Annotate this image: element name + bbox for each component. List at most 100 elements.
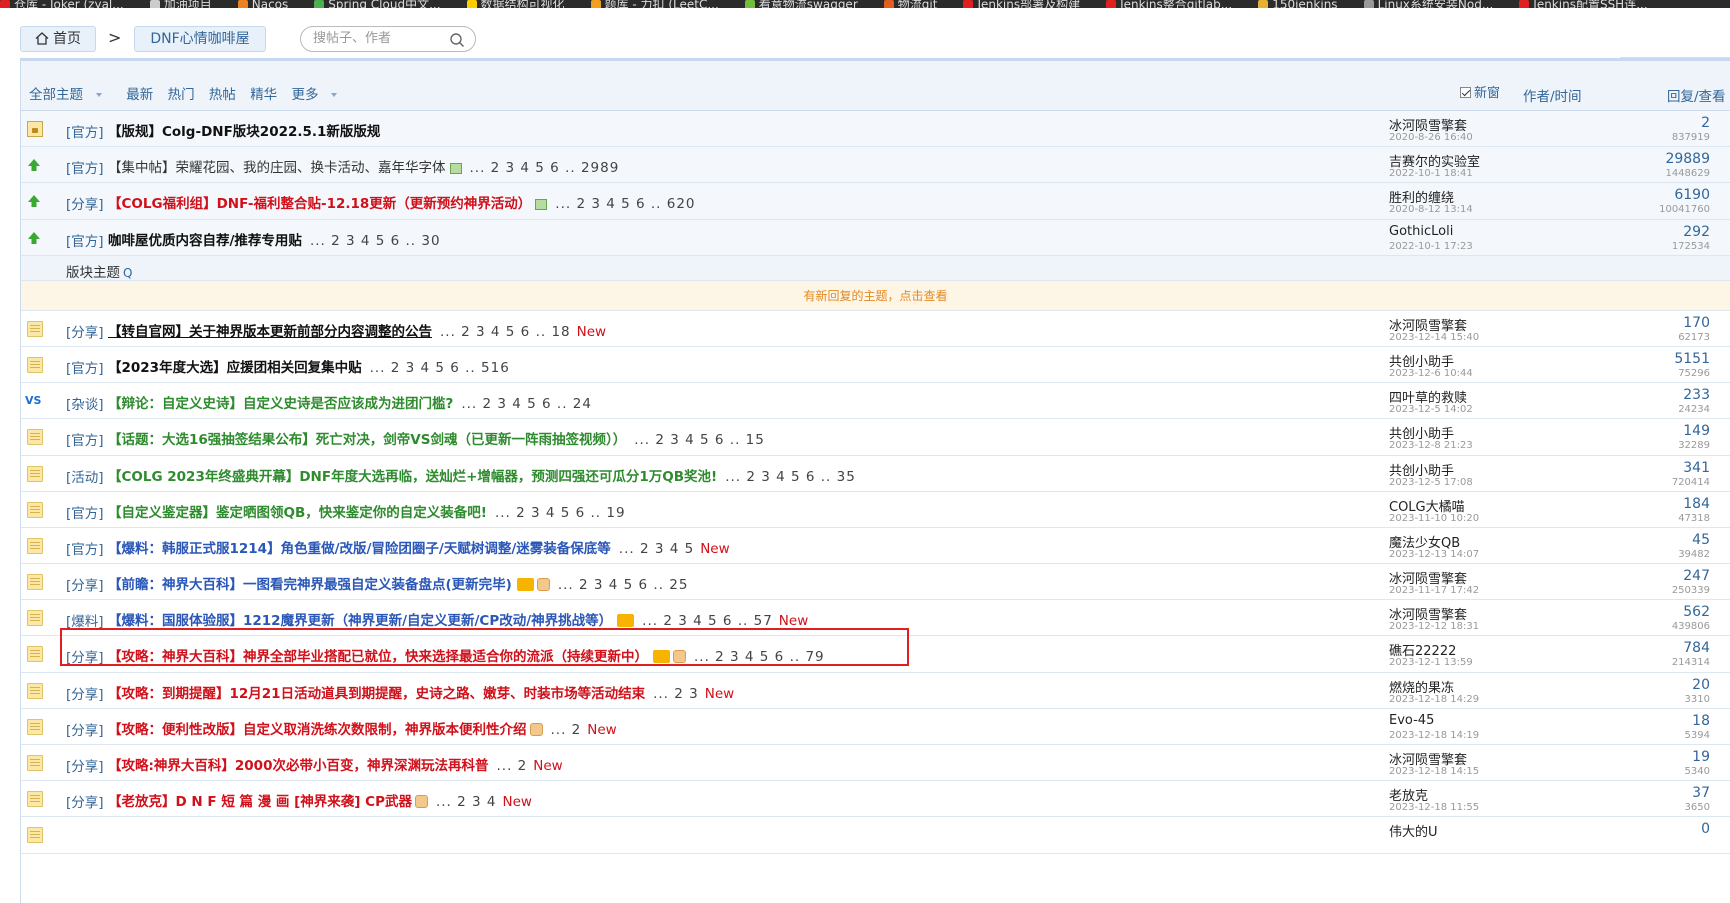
new-window-checkbox[interactable] (1460, 87, 1471, 98)
thread-author[interactable]: 伟大的U (1389, 821, 1438, 840)
thread-row[interactable]: 伟大的U 0 (21, 817, 1730, 854)
thread-pagination[interactable]: ... 2 3 4 5 6 .. 18 (440, 324, 571, 340)
new-replies-notice[interactable]: 有新回复的主题，点击查看 (21, 280, 1730, 311)
thread-pagination[interactable]: ... 2 (496, 758, 527, 774)
bookmark-item[interactable]: Nacos (237, 0, 288, 8)
thread-row[interactable]: [分享] 【前瞻：神界大百科】一图看完神界最强自定义装备盘点(更新完毕) ... 2… (21, 564, 1730, 601)
bookmark-item[interactable]: Jenkins整合gitlab... (1106, 0, 1232, 8)
reply-count[interactable]: 233 (1683, 387, 1710, 403)
reply-count[interactable]: 149 (1683, 423, 1710, 439)
bookmark-item[interactable]: 物流git (883, 0, 937, 8)
thread-category-tag[interactable]: [分享] (66, 719, 104, 739)
thread-row[interactable]: [官方] 【爆料：韩服正式服1214】角色重做/改版/冒险团圈子/天赋树调整/迷雾… (21, 527, 1730, 565)
thread-title-link[interactable]: 【版规】Colg-DNF版块2022.5.1新版版规 (108, 124, 380, 140)
thread-author[interactable]: GothicLoli (1389, 224, 1453, 239)
thread-category-tag[interactable]: [活动] (66, 466, 104, 486)
bookmark-item[interactable]: 仓库 - Joker (zyal... (0, 0, 124, 8)
reply-count[interactable]: 45 (1692, 532, 1710, 548)
thread-category-tag[interactable]: [分享] (66, 755, 104, 775)
thread-title-link[interactable]: 【2023年度大选】应援团相关回复集中贴 (108, 360, 362, 376)
thread-row[interactable]: [分享] 【老放克】D N F 短 篇 漫 画 [神界来袭] CP武器 ... 2 … (21, 781, 1730, 818)
reply-count[interactable]: 29889 (1665, 151, 1710, 167)
thread-category-tag[interactable]: [官方] (66, 502, 104, 522)
thread-title-link[interactable]: 【老放克】D N F 短 篇 漫 画 [神界来袭] CP武器 (108, 794, 412, 810)
thread-row[interactable]: [官方] 【自定义鉴定器】鉴定晒图领QB，快来鉴定你的自定义装备吧! ... 2 3… (21, 491, 1730, 528)
search-input[interactable] (313, 31, 443, 46)
column-author-time[interactable]: 作者/时间 (1523, 85, 1582, 105)
thread-title-link[interactable]: 【辩论：自定义史诗】自定义史诗是否应该成为进团门槛? (108, 396, 453, 412)
breadcrumb-board-link[interactable]: DNF心情咖啡屋 (134, 26, 266, 52)
thread-pagination[interactable]: ... 2 3 4 5 6 .. 79 (694, 649, 825, 665)
reply-count[interactable]: 20 (1692, 677, 1710, 693)
thread-category-tag[interactable]: [分享] (66, 646, 104, 666)
thread-pagination[interactable]: ... 2 3 4 5 6 .. 2989 (470, 160, 620, 176)
thread-category-tag[interactable]: [杂谈] (66, 393, 104, 413)
thread-row[interactable]: [分享] 【COLG福利组】DNF-福利整合贴-12.18更新（更新预约神界活动）… (21, 183, 1730, 220)
thread-row[interactable]: VS [杂谈] 【辩论：自定义史诗】自定义史诗是否应该成为进团门槛? ... 2 3 … (21, 383, 1730, 420)
filter-all-topics[interactable]: 全部主题 (29, 87, 112, 103)
filter-latest[interactable]: 最新 (126, 87, 153, 103)
search-icon[interactable] (449, 32, 465, 48)
thread-pagination[interactable]: ... 2 3 4 5 6 .. 57 (642, 613, 773, 629)
thread-title-link[interactable]: 【爆料：韩服正式服1214】角色重做/改版/冒险团圈子/天赋树调整/迷雾装备保底… (108, 541, 611, 557)
thread-title-link[interactable]: 【集中帖】荣耀花园、我的庄园、换卡活动、嘉年华字体 (108, 160, 446, 176)
thread-title-link[interactable]: 【攻略：便利性改版】自定义取消洗练次数限制，神界版本便利性介绍 (108, 722, 527, 738)
thread-category-tag[interactable]: [分享] (66, 193, 104, 213)
reply-count[interactable]: 5151 (1674, 351, 1710, 367)
refresh-icon[interactable]: Q (123, 266, 132, 280)
bookmark-item[interactable]: 数据结构可视化 (466, 0, 565, 8)
reply-count[interactable]: 18 (1692, 713, 1710, 729)
thread-category-tag[interactable]: [爆料] (66, 610, 104, 630)
thread-title-link[interactable]: 【自定义鉴定器】鉴定晒图领QB，快来鉴定你的自定义装备吧! (108, 505, 487, 521)
thread-pagination[interactable]: ... 2 3 4 5 6 .. 516 (370, 360, 510, 376)
thread-pagination[interactable]: ... 2 3 4 5 6 .. 24 (461, 396, 592, 412)
thread-row[interactable]: [分享] 【攻略：到期提醒】12月21日活动道具到期提醒，史诗之路、嫩芽、时装市场… (21, 672, 1730, 709)
thread-pagination[interactable]: ... 2 3 4 5 6 .. 15 (634, 432, 765, 448)
bookmark-item[interactable]: Linux系统安装Nod... (1363, 0, 1493, 8)
thread-row[interactable]: [分享] 【攻略:神界大百科】2000次必带小百变，神界深渊玩法再科普 ... 2 N… (21, 745, 1730, 782)
reply-count[interactable]: 784 (1683, 640, 1710, 656)
thread-category-tag[interactable]: [官方] (66, 429, 104, 449)
reply-count[interactable]: 562 (1683, 604, 1710, 620)
bookmark-item[interactable]: 150jenkins (1258, 0, 1338, 8)
thread-category-tag[interactable]: [分享] (66, 321, 104, 341)
thread-pagination[interactable]: ... 2 3 4 5 6 .. 30 (310, 233, 441, 249)
thread-pagination[interactable]: ... 2 3 4 5 6 .. 620 (555, 196, 695, 212)
thread-category-tag[interactable]: [分享] (66, 574, 104, 594)
bookmark-item[interactable]: Jenkins配置SSH连... (1519, 0, 1648, 8)
reply-count[interactable]: 184 (1683, 496, 1710, 512)
thread-row[interactable]: [官方] 【集中帖】荣耀花园、我的庄园、换卡活动、嘉年华字体 ... 2 3 4 5… (21, 147, 1730, 184)
thread-category-tag[interactable]: [分享] (66, 683, 104, 703)
reply-count[interactable]: 6190 (1674, 187, 1710, 203)
bookmark-item[interactable]: 看意物流swagger (744, 0, 858, 8)
new-window-toggle[interactable]: 新窗 (1460, 82, 1500, 101)
reply-count[interactable]: 247 (1683, 568, 1710, 584)
reply-count[interactable]: 341 (1683, 460, 1710, 476)
thread-title-link[interactable]: 【攻略:神界大百科】2000次必带小百变，神界深渊玩法再科普 (108, 758, 488, 774)
thread-row[interactable]: [爆料] 【爆料：国服体验服】1212魔界更新（神界更新/自定义更新/CP改动/神… (21, 600, 1730, 637)
thread-category-tag[interactable]: [官方] (66, 538, 104, 558)
thread-category-tag[interactable]: [分享] (66, 791, 104, 811)
reply-count[interactable]: 170 (1683, 315, 1710, 331)
thread-author[interactable]: Evo-45 (1389, 713, 1434, 728)
thread-row[interactable]: [官方] 【话题：大选16强抽签结果公布】死亡对决，剑帝VS剑魂（已更新一阵雨抽签… (21, 419, 1730, 456)
reply-count[interactable]: 19 (1692, 749, 1710, 765)
thread-pagination[interactable]: ... 2 3 4 5 6 .. 35 (725, 469, 856, 485)
thread-row[interactable]: [分享] 【攻略：神界大百科】神界全部毕业搭配已就位，快来选择最适合你的流派（持续… (21, 636, 1730, 673)
thread-row[interactable]: [活动] 【COLG 2023年终盛典开幕】DNF年度大选再临，送灿烂+增幅器，预… (21, 455, 1730, 492)
thread-category-tag[interactable]: [官方] (66, 230, 104, 250)
thread-title-link[interactable]: 【COLG福利组】DNF-福利整合贴-12.18更新（更新预约神界活动） (108, 196, 531, 212)
thread-row[interactable]: [官方] 咖啡屋优质内容自荐/推荐专用贴 ... 2 3 4 5 6 .. 30 Go… (21, 219, 1730, 256)
thread-title-link[interactable]: 【攻略：到期提醒】12月21日活动道具到期提醒，史诗之路、嫩芽、时装市场等活动结… (108, 686, 645, 702)
filter-hot[interactable]: 热门 (168, 87, 195, 103)
thread-title-link[interactable]: 咖啡屋优质内容自荐/推荐专用贴 (108, 233, 302, 249)
thread-row[interactable]: [分享] 【攻略：便利性改版】自定义取消洗练次数限制，神界版本便利性介绍 ... 2… (21, 708, 1730, 745)
thread-row[interactable]: [官方] 【2023年度大选】应援团相关回复集中贴 ... 2 3 4 5 6 ..… (21, 346, 1730, 384)
thread-pagination[interactable]: ... 2 3 4 5 6 .. 25 (558, 577, 689, 593)
thread-title-link[interactable]: 【转自官网】关于神界版本更新前部分内容调整的公告 (108, 324, 432, 340)
thread-pagination[interactable]: ... 2 3 4 5 6 .. 19 (495, 505, 626, 521)
bookmark-item[interactable]: Jenkins部署及构建 (963, 0, 1080, 8)
thread-pagination[interactable]: ... 2 3 4 5 (619, 541, 694, 557)
breadcrumb-home-link[interactable]: 首页 (20, 26, 96, 52)
column-replies-views[interactable]: 回复/查看 (1667, 85, 1726, 105)
